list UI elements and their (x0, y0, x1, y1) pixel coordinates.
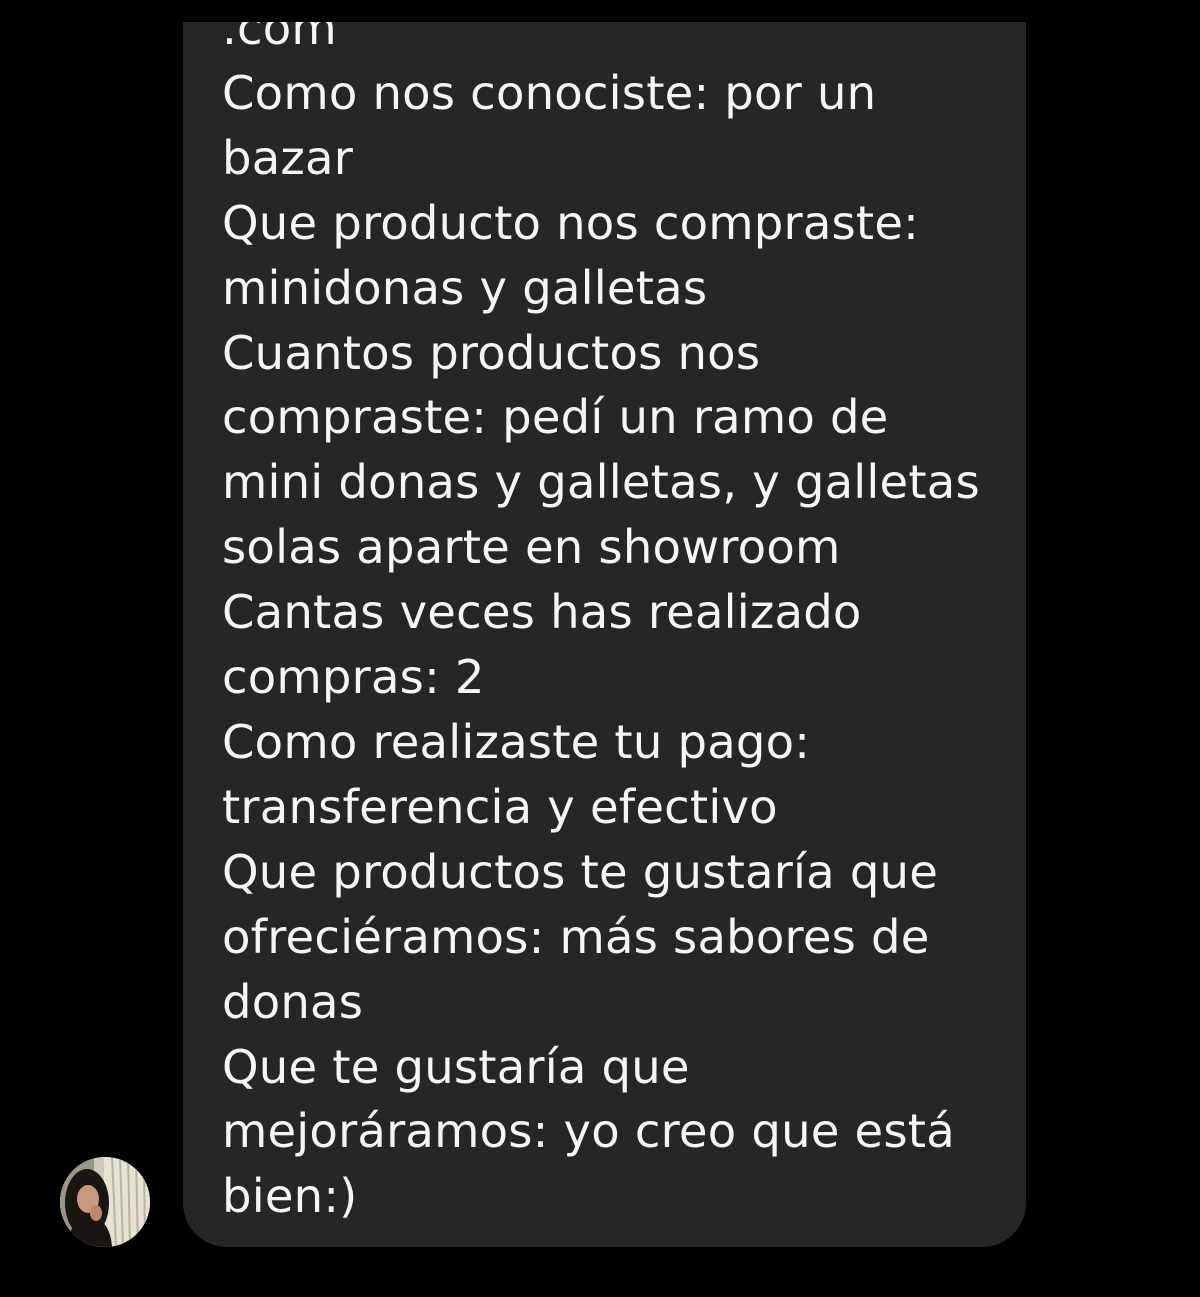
message-bubble[interactable]: .com Como nos conociste: por un bazar Qu… (183, 22, 1026, 1247)
message-line: Cantas veces has realizado (222, 585, 862, 640)
message-line: Que productos te gustaría que (222, 844, 939, 899)
message-line: Cuantos productos nos (222, 325, 761, 380)
message-line: compras: 2 (222, 650, 485, 705)
message-line: compraste: pedí un ramo de (222, 390, 889, 445)
message-line: Que producto nos compraste: (222, 195, 920, 250)
message-line: Como realizaste tu pago: (222, 714, 811, 769)
message-line: solas aparte en showroom (222, 520, 841, 575)
sender-avatar[interactable] (60, 1157, 150, 1247)
message-line: minidonas y galletas (222, 260, 708, 315)
message-line: mini donas y galletas, y galletas (222, 455, 980, 510)
message-text: .com Como nos conociste: por un bazar Qu… (222, 22, 1012, 1229)
message-line: .com (222, 22, 337, 55)
avatar-photo-icon (60, 1157, 150, 1247)
message-line: donas (222, 974, 364, 1029)
message-line: bien:) (222, 1169, 358, 1224)
message-line: transferencia y efectivo (222, 779, 778, 834)
chat-thread: .com Como nos conociste: por un bazar Qu… (0, 0, 1200, 1297)
message-line: mejoráramos: yo creo que está (222, 1104, 955, 1159)
message-line: Que te gustaría que (222, 1039, 690, 1094)
message-line: Como nos conociste: por un (222, 65, 877, 120)
message-line: ofreciéramos: más sabores de (222, 909, 930, 964)
message-line: bazar (222, 130, 354, 185)
